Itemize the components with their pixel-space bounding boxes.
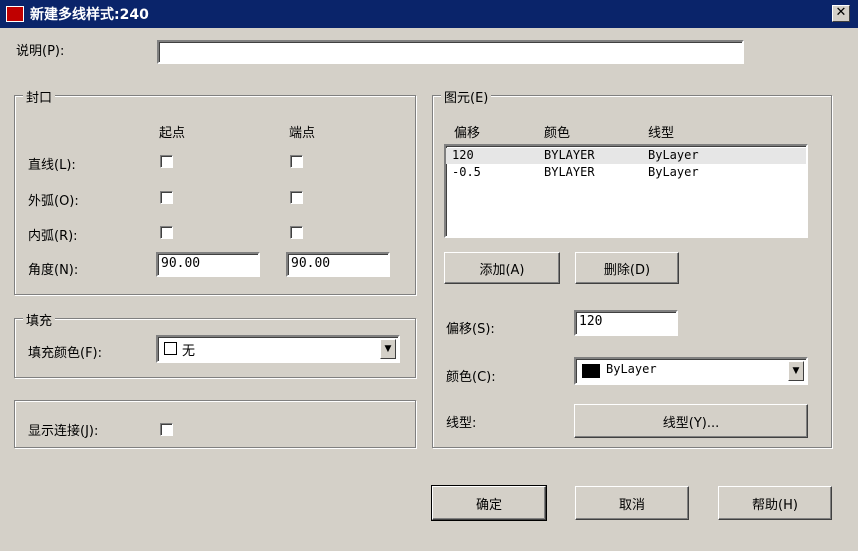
caps-outer-arc-end-checkbox[interactable] — [290, 191, 303, 204]
caps-inner-arc-label: 内弧(R): — [28, 229, 78, 244]
joints-checkbox[interactable] — [160, 423, 173, 436]
caps-outer-arc-start-checkbox[interactable] — [160, 191, 173, 204]
element-offset-input[interactable]: 120 — [574, 310, 678, 336]
caps-end-header: 端点 — [289, 126, 316, 141]
elements-list[interactable]: 120 BYLAYER ByLayer -0.5 BYLAYER ByLayer — [444, 144, 808, 238]
joints-label: 显示连接(J): — [28, 424, 99, 439]
element-color-label: 颜色(C): — [446, 370, 496, 385]
caps-line-end-checkbox[interactable] — [290, 155, 303, 168]
caps-start-header: 起点 — [159, 126, 186, 141]
list-item[interactable]: 120 BYLAYER ByLayer — [446, 148, 806, 164]
elements-header-color: 颜色 — [544, 126, 571, 141]
app-icon — [6, 6, 24, 22]
chevron-down-icon[interactable]: ▼ — [380, 339, 396, 359]
fill-color-label: 填充颜色(F): — [28, 346, 103, 361]
element-offset-label: 偏移(S): — [446, 322, 495, 337]
close-icon: ✕ — [835, 5, 847, 20]
fill-group-label: 填充 — [23, 310, 56, 329]
caps-outer-arc-label: 外弧(O): — [28, 194, 79, 209]
description-label: 说明(P): — [16, 44, 65, 59]
description-input[interactable] — [157, 40, 744, 64]
fill-color-select[interactable]: 无 ▼ — [156, 335, 400, 363]
add-element-button[interactable]: 添加(A) — [444, 252, 560, 284]
linetype-button[interactable]: 线型(Y)... — [574, 404, 808, 438]
color-swatch — [582, 364, 600, 378]
caps-inner-arc-start-checkbox[interactable] — [160, 226, 173, 239]
element-color-select[interactable]: ByLayer ▼ — [574, 357, 808, 385]
caps-line-start-checkbox[interactable] — [160, 155, 173, 168]
element-linetype-label: 线型: — [446, 416, 477, 431]
elements-header-offset: 偏移 — [454, 126, 481, 141]
fill-swatch — [164, 342, 177, 355]
elements-group-label: 图元(E) — [441, 87, 492, 106]
caps-angle-label: 角度(N): — [28, 263, 79, 278]
window-title: 新建多线样式:240 — [30, 7, 149, 23]
close-button[interactable]: ✕ — [832, 5, 850, 22]
help-button[interactable]: 帮助(H) — [718, 486, 832, 520]
caps-group-label: 封口 — [23, 87, 56, 106]
caps-inner-arc-end-checkbox[interactable] — [290, 226, 303, 239]
caps-angle-end-input[interactable]: 90.00 — [286, 252, 390, 277]
chevron-down-icon[interactable]: ▼ — [788, 361, 804, 381]
title-bar: 新建多线样式:240 ✕ — [0, 0, 858, 28]
caps-angle-start-input[interactable]: 90.00 — [156, 252, 260, 277]
cancel-button[interactable]: 取消 — [575, 486, 689, 520]
delete-element-button[interactable]: 删除(D) — [575, 252, 679, 284]
element-color-value: ByLayer — [606, 362, 657, 376]
list-item[interactable]: -0.5 BYLAYER ByLayer — [446, 165, 806, 181]
ok-button[interactable]: 确定 — [431, 485, 547, 521]
fill-color-value: 无 — [182, 344, 196, 359]
elements-header-linetype: 线型 — [648, 126, 675, 141]
caps-line-label: 直线(L): — [28, 158, 76, 173]
